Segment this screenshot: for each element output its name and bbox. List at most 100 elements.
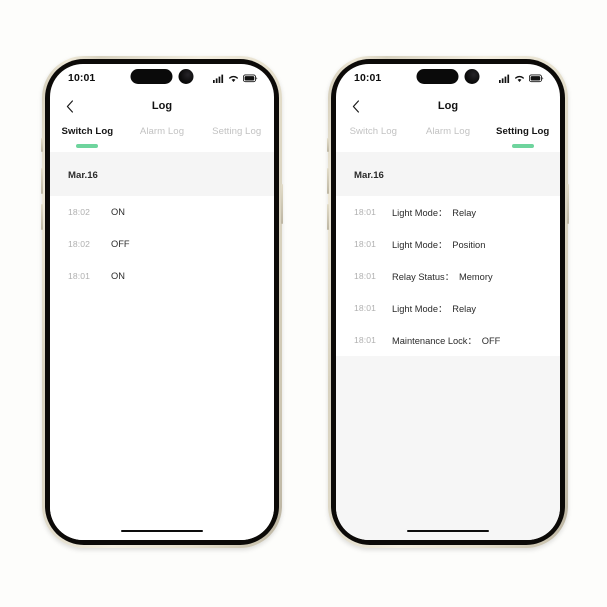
power-button[interactable]: [567, 184, 569, 224]
log-tab-bar: Switch Log Alarm Log Setting Log: [50, 120, 274, 152]
log-entry-text: Maintenance Lock： OFF: [392, 333, 500, 347]
chevron-left-icon: [66, 99, 73, 113]
screenshot-canvas: 10:01 Log Switch Log Alarm Log Setting L…: [0, 0, 607, 607]
phone-screen: 10:01 Log Switch Log Alarm Log Setting L…: [50, 64, 274, 540]
cellular-signal-icon: [213, 74, 224, 83]
log-entry-value: ON: [111, 206, 125, 217]
log-entry-value: Relay: [452, 207, 477, 218]
log-entry-value: ON: [111, 270, 125, 281]
wifi-icon: [515, 75, 524, 82]
log-entry-key: Maintenance Lock：: [392, 335, 477, 346]
log-entry-row[interactable]: 18:02 ON: [50, 196, 274, 228]
front-camera-icon: [464, 69, 480, 84]
tab-alarm-log[interactable]: Alarm Log: [411, 126, 486, 152]
log-entry-row[interactable]: 18:02 OFF: [50, 228, 274, 260]
power-button[interactable]: [281, 184, 283, 224]
log-entry-text: OFF: [106, 239, 130, 249]
phone-screen: 10:01 Log Switch Log Alarm Log Setting L…: [336, 64, 560, 540]
log-entry-time: 18:02: [68, 238, 91, 249]
tab-active-indicator: [437, 144, 459, 148]
tab-active-indicator: [76, 144, 99, 148]
log-entry-row[interactable]: 18:01 Light Mode： Relay: [336, 292, 560, 324]
volume-up-button[interactable]: [41, 168, 43, 194]
log-entry-value: OFF: [111, 238, 130, 249]
tab-active-indicator: [226, 144, 248, 148]
log-entry-time: 18:01: [68, 270, 91, 281]
phone-mockup-setting-log: 10:01 Log Switch Log Alarm Log Setting L…: [327, 56, 569, 548]
front-camera-icon: [178, 69, 194, 84]
status-bar: 10:01: [336, 64, 560, 92]
log-entry-value: OFF: [481, 335, 501, 346]
tab-alarm-log[interactable]: Alarm Log: [125, 126, 200, 152]
list-empty-area: [336, 355, 560, 522]
date-section-header: Mar.16: [336, 151, 560, 196]
log-entry-key: Light Mode：: [392, 239, 448, 250]
list-empty-area: [50, 291, 274, 522]
nav-bar: Log: [336, 92, 560, 120]
tab-label: Alarm Log: [425, 126, 471, 137]
volume-down-button[interactable]: [327, 204, 329, 230]
log-tab-bar: Switch Log Alarm Log Setting Log: [336, 120, 560, 152]
log-entry-key: Light Mode：: [392, 303, 448, 314]
home-indicator[interactable]: [407, 529, 489, 533]
tab-label: Switch Log: [61, 126, 114, 137]
page-title: Log: [437, 100, 459, 112]
phone-mockup-switch-log: 10:01 Log Switch Log Alarm Log Setting L…: [41, 56, 283, 548]
tab-label: Switch Log: [349, 126, 398, 137]
dynamic-island-pill: [416, 69, 459, 84]
chevron-left-icon: [352, 99, 359, 113]
log-entry-value: Memory: [459, 271, 493, 282]
date-label: Mar.16: [68, 169, 98, 181]
volume-up-button[interactable]: [327, 168, 329, 194]
home-indicator-area: [50, 522, 274, 540]
log-entry-row[interactable]: 18:01 Light Mode： Relay: [336, 196, 560, 228]
volume-down-button[interactable]: [41, 204, 43, 230]
tab-active-indicator: [362, 144, 384, 148]
tab-setting-log[interactable]: Setting Log: [199, 126, 274, 152]
tab-switch-log[interactable]: Switch Log: [336, 126, 411, 152]
log-entry-text: ON: [106, 207, 125, 217]
log-entry-row[interactable]: 18:01 ON: [50, 260, 274, 292]
date-section-header: Mar.16: [50, 151, 274, 196]
tab-active-indicator: [511, 144, 534, 148]
dynamic-island: [416, 69, 480, 84]
log-list: 18:01 Light Mode： Relay 18:01 Light Mode：…: [336, 195, 560, 356]
cellular-signal-icon: [499, 74, 510, 83]
log-entry-time: 18:01: [354, 302, 377, 313]
log-entry-key: Light Mode：: [392, 207, 448, 218]
status-time: 10:01: [68, 72, 96, 84]
home-indicator-area: [336, 522, 560, 540]
home-indicator[interactable]: [121, 529, 203, 533]
tab-label: Setting Log: [496, 126, 550, 137]
back-button[interactable]: [62, 98, 78, 114]
log-entry-value: Relay: [452, 303, 477, 314]
nav-bar: Log: [50, 92, 274, 120]
log-entry-row[interactable]: 18:01 Light Mode： Position: [336, 228, 560, 260]
log-entry-text: ON: [106, 271, 125, 281]
log-entry-value: Position: [452, 239, 486, 250]
log-entry-time: 18:01: [354, 238, 377, 249]
silent-switch-button[interactable]: [41, 138, 43, 152]
log-entry-row[interactable]: 18:01 Relay Status： Memory: [336, 260, 560, 292]
log-entry-key: Relay Status：: [392, 271, 455, 282]
tab-switch-log[interactable]: Switch Log: [50, 126, 125, 152]
tab-active-indicator: [151, 144, 173, 148]
battery-icon: [243, 74, 258, 82]
status-time: 10:01: [354, 72, 382, 84]
back-button[interactable]: [348, 98, 364, 114]
tab-label: Setting Log: [212, 126, 262, 137]
status-bar: 10:01: [50, 64, 274, 92]
battery-icon: [529, 74, 544, 82]
log-entry-text: Relay Status： Memory: [392, 269, 493, 283]
tab-setting-log[interactable]: Setting Log: [485, 126, 560, 152]
silent-switch-button[interactable]: [327, 138, 329, 152]
log-entry-text: Light Mode： Relay: [392, 205, 476, 219]
status-icons: [499, 74, 544, 83]
log-entry-time: 18:01: [354, 270, 377, 281]
log-entry-text: Light Mode： Relay: [392, 301, 476, 315]
wifi-icon: [229, 75, 238, 82]
dynamic-island-pill: [130, 69, 173, 84]
log-entry-row[interactable]: 18:01 Maintenance Lock： OFF: [336, 324, 560, 356]
log-list: 18:02 ON 18:02 OFF 18:01 ON: [50, 195, 274, 292]
log-entry-time: 18:01: [354, 206, 377, 217]
